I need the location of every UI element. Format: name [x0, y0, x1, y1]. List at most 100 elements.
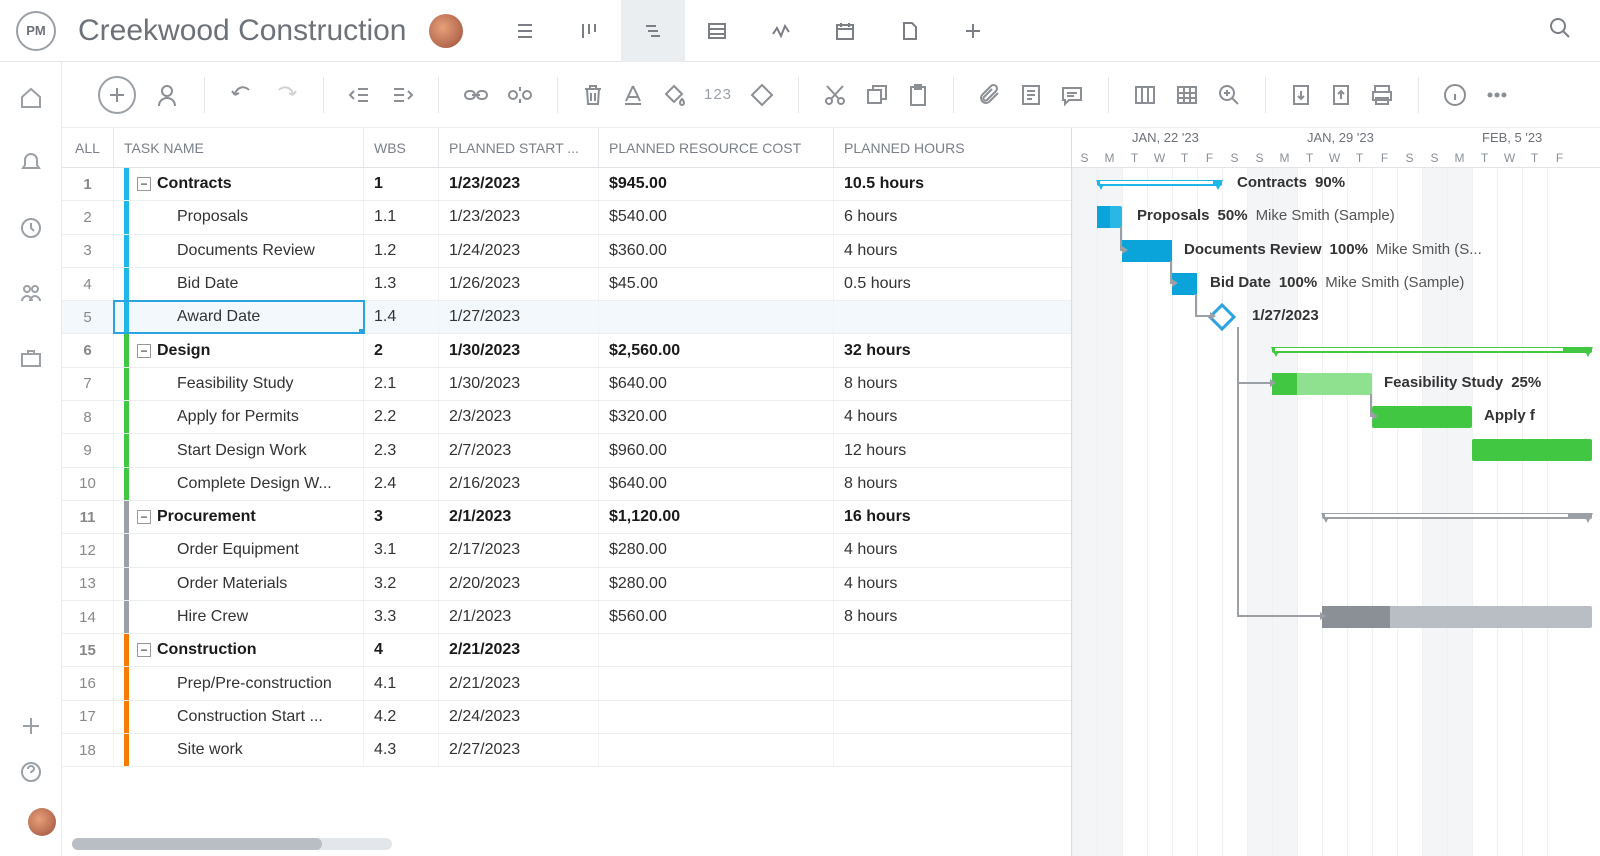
- wbs-cell[interactable]: 2.4: [364, 468, 439, 500]
- briefcase-icon[interactable]: [19, 346, 43, 375]
- col-wbs[interactable]: WBS: [364, 128, 439, 167]
- wbs-cell[interactable]: 1.3: [364, 268, 439, 300]
- cost-cell[interactable]: [599, 634, 834, 666]
- task-name-cell[interactable]: Prep/Pre-construction: [114, 667, 364, 699]
- row-number[interactable]: 1: [62, 168, 114, 200]
- cost-cell[interactable]: $640.00: [599, 368, 834, 400]
- comment-icon[interactable]: [1060, 83, 1084, 107]
- wbs-cell[interactable]: 3: [364, 501, 439, 533]
- row-number[interactable]: 14: [62, 601, 114, 633]
- task-name-cell[interactable]: −Procurement: [114, 501, 364, 533]
- hours-cell[interactable]: 12 hours: [834, 434, 984, 466]
- cut-icon[interactable]: [823, 83, 847, 107]
- print-icon[interactable]: [1370, 83, 1394, 107]
- gantt-task-bar[interactable]: [1322, 606, 1592, 628]
- hours-cell[interactable]: [834, 701, 984, 733]
- start-cell[interactable]: 1/24/2023: [439, 235, 599, 267]
- collapse-icon[interactable]: −: [137, 177, 151, 191]
- cost-cell[interactable]: $280.00: [599, 534, 834, 566]
- hours-cell[interactable]: [834, 634, 984, 666]
- view-gantt-icon[interactable]: [621, 0, 685, 62]
- cost-cell[interactable]: [599, 301, 834, 333]
- hours-cell[interactable]: [834, 667, 984, 699]
- hours-cell[interactable]: 8 hours: [834, 368, 984, 400]
- row-number[interactable]: 15: [62, 634, 114, 666]
- assign-icon[interactable]: [154, 82, 180, 108]
- gantt-task-bar[interactable]: [1122, 240, 1172, 262]
- cost-cell[interactable]: $945.00: [599, 168, 834, 200]
- cost-cell[interactable]: $45.00: [599, 268, 834, 300]
- start-cell[interactable]: 1/26/2023: [439, 268, 599, 300]
- hours-cell[interactable]: 32 hours: [834, 334, 984, 366]
- table-row[interactable]: 13Order Materials3.22/20/2023$280.004 ho…: [62, 568, 1071, 601]
- hours-cell[interactable]: 4 hours: [834, 235, 984, 267]
- start-cell[interactable]: 2/1/2023: [439, 601, 599, 633]
- info-icon[interactable]: [1443, 83, 1467, 107]
- table-row[interactable]: 14Hire Crew3.32/1/2023$560.008 hours: [62, 601, 1071, 634]
- wbs-cell[interactable]: 4.3: [364, 734, 439, 766]
- wbs-cell[interactable]: 3.1: [364, 534, 439, 566]
- user-avatar[interactable]: [28, 808, 56, 836]
- more-icon[interactable]: [1485, 83, 1509, 107]
- wbs-cell[interactable]: 4: [364, 634, 439, 666]
- hours-cell[interactable]: 4 hours: [834, 534, 984, 566]
- search-icon[interactable]: [1548, 16, 1572, 45]
- task-name-cell[interactable]: Order Materials: [114, 568, 364, 600]
- task-name-cell[interactable]: Proposals: [114, 201, 364, 233]
- task-name-cell[interactable]: Documents Review: [114, 235, 364, 267]
- hours-cell[interactable]: 6 hours: [834, 201, 984, 233]
- outdent-icon[interactable]: [348, 83, 372, 107]
- task-name-cell[interactable]: Construction Start ...: [114, 701, 364, 733]
- team-icon[interactable]: [19, 281, 43, 310]
- import-icon[interactable]: [1290, 83, 1312, 107]
- indent-icon[interactable]: [390, 83, 414, 107]
- col-planned-hours[interactable]: PLANNED HOURS: [834, 128, 984, 167]
- wbs-cell[interactable]: 2.2: [364, 401, 439, 433]
- hours-cell[interactable]: 8 hours: [834, 468, 984, 500]
- table-row[interactable]: 3Documents Review1.21/24/2023$360.004 ho…: [62, 235, 1071, 268]
- col-planned-cost[interactable]: PLANNED RESOURCE COST: [599, 128, 834, 167]
- start-cell[interactable]: 2/27/2023: [439, 734, 599, 766]
- table-row[interactable]: 18Site work4.32/27/2023: [62, 734, 1071, 767]
- wbs-cell[interactable]: 4.2: [364, 701, 439, 733]
- table-row[interactable]: 6−Design21/30/2023$2,560.0032 hours: [62, 334, 1071, 367]
- row-number[interactable]: 11: [62, 501, 114, 533]
- row-number[interactable]: 8: [62, 401, 114, 433]
- cost-cell[interactable]: $280.00: [599, 568, 834, 600]
- fill-icon[interactable]: [662, 83, 686, 107]
- row-number[interactable]: 12: [62, 534, 114, 566]
- wbs-cell[interactable]: 1: [364, 168, 439, 200]
- table-row[interactable]: 17Construction Start ...4.22/24/2023: [62, 701, 1071, 734]
- col-task-name[interactable]: TASK NAME: [114, 128, 364, 167]
- row-number[interactable]: 2: [62, 201, 114, 233]
- view-board-icon[interactable]: [557, 0, 621, 62]
- wbs-cell[interactable]: 4.1: [364, 667, 439, 699]
- add-nav-icon[interactable]: [21, 716, 41, 741]
- task-name-cell[interactable]: −Construction: [114, 634, 364, 666]
- wbs-cell[interactable]: 1.2: [364, 235, 439, 267]
- row-number[interactable]: 4: [62, 268, 114, 300]
- collapse-icon[interactable]: −: [137, 643, 151, 657]
- avatar[interactable]: [429, 14, 463, 48]
- col-all[interactable]: ALL: [62, 128, 114, 167]
- hours-cell[interactable]: 4 hours: [834, 401, 984, 433]
- table-row[interactable]: 11−Procurement32/1/2023$1,120.0016 hours: [62, 501, 1071, 534]
- start-cell[interactable]: 2/16/2023: [439, 468, 599, 500]
- start-cell[interactable]: 2/3/2023: [439, 401, 599, 433]
- view-workload-icon[interactable]: [749, 0, 813, 62]
- export-icon[interactable]: [1330, 83, 1352, 107]
- gantt-task-bar[interactable]: [1472, 439, 1592, 461]
- row-number[interactable]: 13: [62, 568, 114, 600]
- row-number[interactable]: 3: [62, 235, 114, 267]
- view-sheet-icon[interactable]: [685, 0, 749, 62]
- grid-icon[interactable]: [1175, 83, 1199, 107]
- zoom-icon[interactable]: [1217, 83, 1241, 107]
- cost-cell[interactable]: $320.00: [599, 401, 834, 433]
- row-number[interactable]: 10: [62, 468, 114, 500]
- gantt-task-bar[interactable]: [1097, 206, 1122, 228]
- task-name-cell[interactable]: −Design: [114, 334, 364, 366]
- add-task-icon[interactable]: [98, 76, 136, 114]
- wbs-cell[interactable]: 1.4: [364, 301, 439, 333]
- wbs-cell[interactable]: 3.2: [364, 568, 439, 600]
- undo-icon[interactable]: [229, 82, 255, 108]
